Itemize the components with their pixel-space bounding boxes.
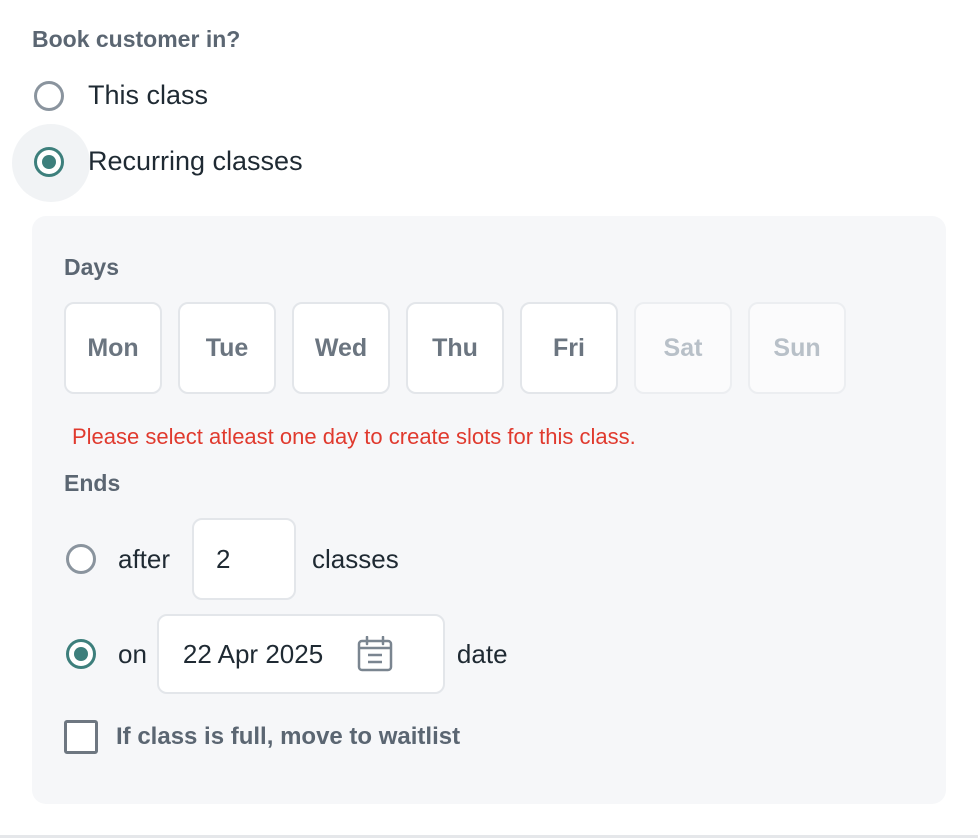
ends-title: Ends [64, 470, 121, 496]
day-wed[interactable]: Wed [292, 302, 390, 394]
option-recurring-classes[interactable]: Recurring classes [34, 146, 303, 177]
ends-after-suffix: classes [312, 543, 399, 574]
ends-on-row: on 22 Apr 2025 date [66, 614, 508, 694]
ends-after-prefix: after [118, 543, 171, 574]
day-thu[interactable]: Thu [406, 302, 504, 394]
this-class-label: This class [88, 80, 209, 110]
recurring-panel: Days Mon Tue Wed Thu Fri Sat Sun Please … [32, 216, 946, 804]
recurring-classes-radio[interactable] [34, 146, 64, 177]
day-fri[interactable]: Fri [520, 302, 618, 394]
option-this-class[interactable]: This class [34, 80, 208, 111]
ends-after-row: after 2 classes [66, 518, 399, 600]
waitlist-checkbox[interactable] [64, 720, 98, 754]
day-mon[interactable]: Mon [64, 302, 162, 394]
days-error-message: Please select atleast one day to create … [72, 424, 636, 449]
end-date-input[interactable]: 22 Apr 2025 [156, 614, 445, 694]
book-customer-title: Book customer in? [32, 26, 241, 52]
day-sun: Sun [748, 302, 846, 394]
recurring-classes-label: Recurring classes [88, 146, 303, 176]
occurrences-input[interactable]: 2 [192, 518, 297, 600]
day-sat: Sat [634, 302, 732, 394]
ends-on-radio[interactable] [66, 639, 96, 669]
ends-after-radio[interactable] [66, 544, 96, 574]
this-class-radio[interactable] [34, 80, 64, 111]
end-date-value: 22 Apr 2025 [182, 638, 324, 669]
calendar-icon[interactable] [357, 636, 393, 672]
waitlist-label: If class is full, move to waitlist [116, 723, 461, 750]
days-title: Days [64, 254, 119, 280]
ends-on-suffix: date [456, 638, 508, 669]
day-tue[interactable]: Tue [178, 302, 276, 394]
waitlist-row[interactable]: If class is full, move to waitlist [64, 720, 460, 754]
days-selector: Mon Tue Wed Thu Fri Sat Sun [64, 302, 846, 394]
bottom-divider [0, 835, 978, 838]
ends-on-prefix: on [118, 638, 147, 669]
